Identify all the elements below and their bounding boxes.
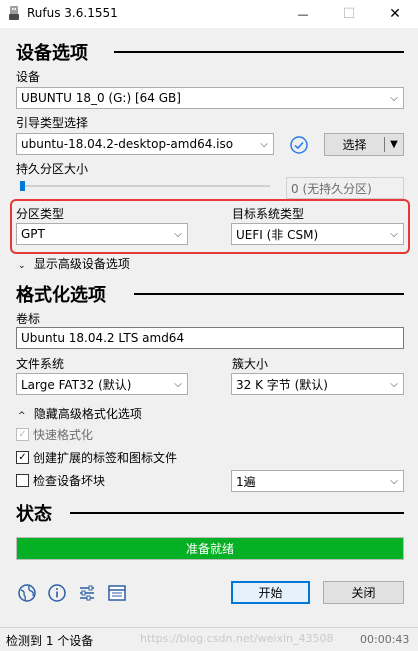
section-divider xyxy=(114,51,404,53)
passes-value: 1遍 xyxy=(236,474,256,489)
advanced-device-toggle[interactable]: ⌄ 显示高级设备选项 xyxy=(18,255,130,272)
boot-selection-select[interactable]: ubuntu-18.04.2-desktop-amd64.iso ⌵ xyxy=(16,133,274,155)
bad-blocks-checkbox[interactable]: 检查设备坏块 xyxy=(16,472,105,489)
bad-blocks-label: 检查设备坏块 xyxy=(33,474,106,488)
file-system-label: 文件系统 xyxy=(16,357,65,371)
persistent-size-slider-thumb[interactable] xyxy=(20,181,25,191)
log-icon[interactable] xyxy=(106,582,128,604)
close-button[interactable]: 关闭 xyxy=(323,581,404,604)
dropdown-arrow-icon[interactable]: ▼ xyxy=(385,139,403,150)
persistent-size-slider-track[interactable] xyxy=(20,185,270,187)
volume-label-value: Ubuntu 18.04.2 LTS amd64 xyxy=(21,331,185,345)
maximize-button[interactable]: ☐ xyxy=(326,0,372,28)
progress-text: 准备就绪 xyxy=(185,542,234,556)
minimize-icon: — xyxy=(297,7,309,21)
persistent-partition-label: 持久分区大小 xyxy=(16,162,89,176)
file-system-select[interactable]: Large FAT32 (默认) ⌵ xyxy=(16,373,188,395)
status-heading: 状态 xyxy=(16,504,52,525)
cluster-size-value: 32 K 字节 (默认) xyxy=(236,377,328,392)
select-button-label: 选择 xyxy=(342,138,367,152)
format-options-heading: 格式化选项 xyxy=(16,285,106,306)
globe-language-icon[interactable] xyxy=(16,582,38,604)
start-button[interactable]: 开始 xyxy=(231,581,310,604)
close-icon: ✕ xyxy=(389,6,401,22)
section-divider xyxy=(134,293,404,295)
start-button-label: 开始 xyxy=(258,586,283,600)
device-select-value: UBUNTU 18_0 (G:) [64 GB] xyxy=(21,91,181,105)
close-window-button[interactable]: ✕ xyxy=(372,0,418,28)
elapsed-timer: 00:00:43 xyxy=(360,633,410,646)
passes-select[interactable]: 1遍 ⌵ xyxy=(231,470,404,492)
checkbox-unchecked-icon xyxy=(16,474,29,487)
checkbox-checked-icon: ✓ xyxy=(16,428,29,441)
extended-label-checkbox[interactable]: ✓ 创建扩展的标签和图标文件 xyxy=(16,449,177,466)
watermark-text: https://blog.csdn.net/weixin_43508 xyxy=(140,632,334,645)
advanced-device-toggle-label: 显示高级设备选项 xyxy=(33,257,130,271)
chevron-down-icon: ⌵ xyxy=(390,92,398,104)
boot-selection-value: ubuntu-18.04.2-desktop-amd64.iso xyxy=(21,137,234,151)
extended-label-label: 创建扩展的标签和图标文件 xyxy=(33,451,178,465)
chevron-down-icon: ⌵ xyxy=(390,475,398,487)
close-button-label: 关闭 xyxy=(351,586,376,600)
cluster-size-select[interactable]: 32 K 字节 (默认) ⌵ xyxy=(231,373,404,395)
window-title: Rufus 3.6.1551 xyxy=(27,6,118,20)
persistent-size-field: 0 (无持久分区) xyxy=(286,177,404,199)
status-progress-bar: 准备就绪 xyxy=(16,537,404,560)
settings-sliders-icon[interactable] xyxy=(76,582,98,604)
device-label: 设备 xyxy=(16,70,41,84)
maximize-icon: ☐ xyxy=(342,6,356,22)
chevron-down-icon: ⌄ xyxy=(18,261,26,271)
boot-selection-label: 引导类型选择 xyxy=(16,116,89,130)
volume-label-caption: 卷标 xyxy=(16,312,41,326)
minimize-button[interactable]: — xyxy=(280,0,326,28)
chevron-down-icon: ⌵ xyxy=(174,378,182,390)
highlight-annotation-box xyxy=(10,199,410,254)
status-message: 检测到 1 个设备 xyxy=(6,634,94,648)
quick-format-label: 快速格式化 xyxy=(33,428,94,442)
chevron-down-icon: ⌵ xyxy=(260,138,268,150)
cluster-size-label: 簇大小 xyxy=(232,357,269,371)
volume-label-input[interactable]: Ubuntu 18.04.2 LTS amd64 xyxy=(16,327,404,349)
advanced-format-toggle[interactable]: ^ 隐藏高级格式化选项 xyxy=(18,405,142,422)
checkbox-checked-icon: ✓ xyxy=(16,451,29,464)
title-bar: Rufus 3.6.1551 — ☐ ✕ xyxy=(0,0,418,28)
quick-format-checkbox: ✓ 快速格式化 xyxy=(16,426,93,443)
select-image-button[interactable]: 选择 ▼ xyxy=(324,133,404,156)
chevron-up-icon: ^ xyxy=(18,411,26,421)
advanced-format-toggle-label: 隐藏高级格式化选项 xyxy=(33,407,142,421)
persistent-size-value: 0 (无持久分区) xyxy=(291,181,372,196)
device-select[interactable]: UBUNTU 18_0 (G:) [64 GB] ⌵ xyxy=(16,87,404,109)
chevron-down-icon: ⌵ xyxy=(390,378,398,390)
section-divider xyxy=(70,512,404,514)
file-system-value: Large FAT32 (默认) xyxy=(21,377,132,392)
verify-check-icon[interactable] xyxy=(289,135,309,155)
rufus-usb-icon xyxy=(9,6,19,20)
status-bar: 检测到 1 个设备 https://blog.csdn.net/weixin_4… xyxy=(0,627,418,651)
device-options-heading: 设备选项 xyxy=(16,43,88,64)
info-icon[interactable] xyxy=(46,582,68,604)
